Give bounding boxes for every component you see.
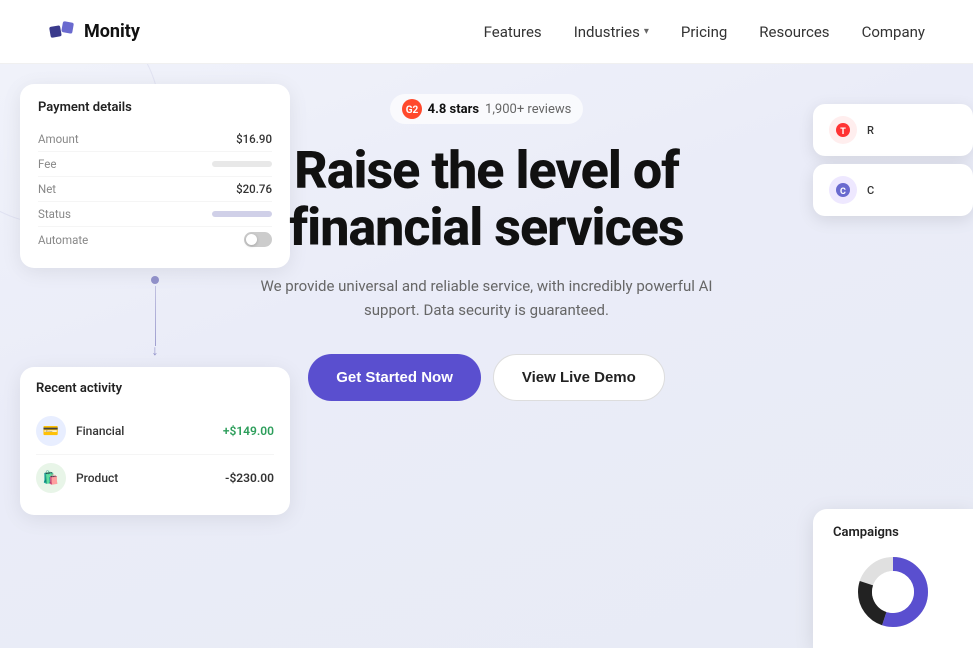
hero-buttons: Get Started Now View Live Demo: [237, 354, 737, 401]
connector-line: [155, 286, 156, 346]
financial-amount: +$149.00: [223, 424, 274, 438]
notif-text-1: R: [867, 124, 874, 137]
notif-card-2: C C: [813, 164, 973, 216]
product-icon: 🛍️: [36, 463, 66, 493]
product-amount: -$230.00: [225, 471, 274, 485]
connector-dot-top: [151, 276, 159, 284]
rating-badge: G2 4.8 stars 1,900+ reviews: [390, 94, 584, 124]
financial-icon: 💳: [36, 416, 66, 446]
g2-icon: G2: [402, 99, 422, 119]
hero-section: Payment details Amount $16.90 Fee Net $2…: [0, 64, 973, 648]
payment-automate-label: Automate: [38, 233, 88, 247]
hero-title-line1: Raise the level of: [294, 140, 679, 201]
notif-card-1: T R: [813, 104, 973, 156]
chevron-down-icon: ▾: [644, 26, 649, 37]
campaigns-title: Campaigns: [833, 525, 953, 540]
product-name: Product: [76, 471, 215, 485]
svg-text:G2: G2: [405, 105, 418, 116]
hero-center: G2 4.8 stars 1,900+ reviews Raise the le…: [237, 94, 737, 401]
payment-amount-label: Amount: [38, 132, 79, 146]
notif-text-2: C: [867, 184, 874, 197]
hero-title-line2: financial services: [289, 197, 683, 258]
svg-text:T: T: [840, 127, 846, 137]
rating-reviews: 1,900+ reviews: [485, 102, 571, 117]
nav-industries[interactable]: Industries ▾: [574, 23, 649, 41]
hero-subtitle: We provide universal and reliable servic…: [237, 274, 737, 322]
logo[interactable]: Monity: [48, 18, 140, 46]
nav-company[interactable]: Company: [862, 23, 925, 41]
logo-icon: [48, 18, 76, 46]
nav-links: Features Industries ▾ Pricing Resources …: [484, 23, 925, 41]
campaigns-donut-chart: [853, 552, 933, 632]
get-started-button[interactable]: Get Started Now: [308, 354, 481, 401]
navbar: Monity Features Industries ▾ Pricing Res…: [0, 0, 973, 64]
campaigns-card: Campaigns: [813, 509, 973, 648]
view-demo-button[interactable]: View Live Demo: [493, 354, 665, 401]
nav-resources[interactable]: Resources: [759, 23, 829, 41]
activity-row-financial: 💳 Financial +$149.00: [36, 408, 274, 455]
donut-container: [833, 552, 953, 632]
hero-title: Raise the level of financial services: [237, 142, 737, 256]
notif-icon-purple: C: [829, 176, 857, 204]
logo-text: Monity: [84, 21, 140, 42]
svg-text:C: C: [840, 187, 846, 197]
nav-features[interactable]: Features: [484, 23, 542, 41]
right-notifications: T R C C: [813, 104, 973, 224]
activity-row-product: 🛍️ Product -$230.00: [36, 455, 274, 501]
notif-icon-red: T: [829, 116, 857, 144]
payment-net-label: Net: [38, 182, 56, 196]
payment-fee-label: Fee: [38, 157, 56, 171]
payment-status-label: Status: [38, 207, 71, 221]
nav-pricing[interactable]: Pricing: [681, 23, 727, 41]
financial-name: Financial: [76, 424, 213, 438]
rating-stars: 4.8 stars: [428, 102, 479, 117]
